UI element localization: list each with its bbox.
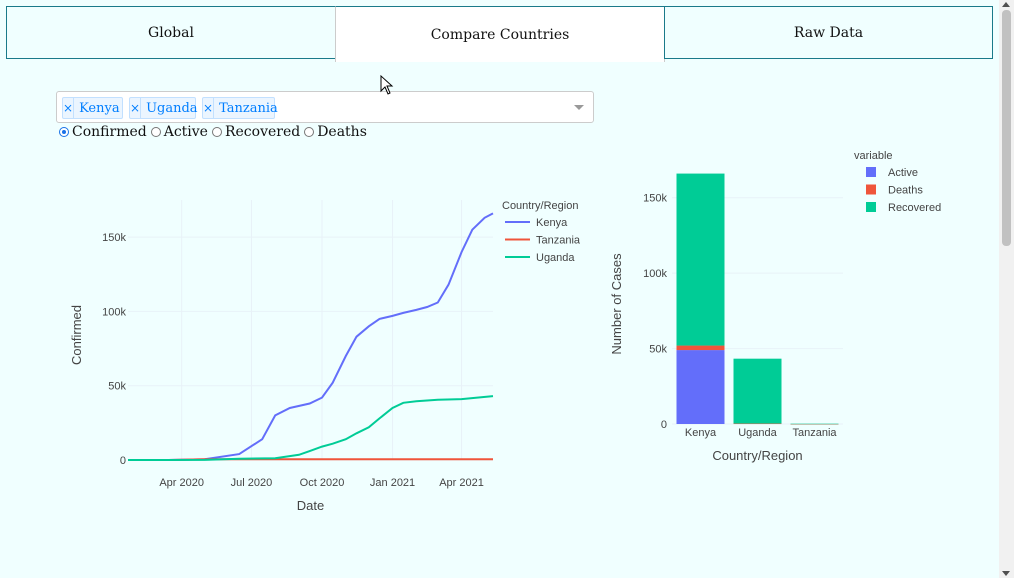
legend-swatch [866,167,876,177]
bar-recovered [676,173,725,346]
remove-chip-icon[interactable]: × [63,98,75,118]
line-chart: 0 50k 100k 150k Apr 2020 Jul 2020 Oct 2020 Jan … [69,200,581,513]
scrollbar-thumb[interactable] [1002,10,1011,246]
y-tick-label: 100k [102,306,126,318]
radio-deaths[interactable]: Deaths [304,124,367,140]
legend-title: Country/Region [502,200,578,212]
x-tick-label: Apr 2020 [159,477,204,489]
tab-compare-countries[interactable]: Compare Countries [335,6,665,62]
legend-swatch [866,184,876,195]
series-line-kenya [128,212,494,461]
legend-label: Recovered [888,202,941,214]
chevron-down-icon[interactable] [574,105,584,110]
legend-swatch [866,202,876,212]
chip-label: Kenya [79,100,120,116]
bar-deaths [733,423,782,425]
radio-label: Active [163,124,208,140]
metric-radio-group: Confirmed Active Recovered Deaths [59,124,371,140]
radio-confirmed[interactable]: Confirmed [59,124,147,140]
vertical-scrollbar[interactable] [999,0,1014,578]
bar-chart: 0 50k 100k 150k Kenya Uganda Tanzania Country/R… [609,150,941,463]
radio-label: Deaths [317,124,367,140]
radio-recovered[interactable]: Recovered [211,124,301,140]
radio-label: Confirmed [72,124,147,140]
bar-recovered [790,423,839,425]
scroll-down-icon[interactable] [1002,571,1010,576]
y-tick-label: 100k [643,268,667,280]
selected-country-chip: × Uganda [129,97,198,119]
selected-country-chip: × Tanzania [202,97,278,119]
radio-circle[interactable] [304,127,315,137]
bar-active [676,350,725,424]
y-axis-title: Number of Cases [609,253,624,355]
tab-bar: Global Compare Countries Raw Data [6,6,993,62]
x-axis-title: Date [297,498,324,513]
bar-recovered [733,358,782,424]
y-tick-label: 150k [102,232,126,244]
x-tick-label: Jan 2021 [370,477,415,489]
series-line-uganda [128,395,494,461]
chip-label: Tanzania [219,100,278,116]
radio-label: Recovered [224,124,301,140]
chip-label: Uganda [146,100,198,116]
y-tick-label: 150k [643,193,667,205]
remove-chip-icon[interactable]: × [203,98,215,118]
tab-raw-data[interactable]: Raw Data [664,6,993,59]
legend-label: Active [888,167,918,179]
radio-active[interactable]: Active [150,124,208,140]
y-tick-label: 50k [649,344,667,356]
legend-label: Kenya [536,217,568,229]
radio-circle[interactable] [59,127,69,137]
radio-circle[interactable] [150,127,161,137]
x-tick-label: Tanzania [792,427,837,439]
legend-label: Tanzania [536,235,581,247]
x-axis-title: Country/Region [712,448,802,463]
legend-label: Uganda [536,252,575,264]
selected-country-chip: × Kenya [62,97,123,119]
y-axis-title: Confirmed [69,305,84,365]
tab-global[interactable]: Global [6,6,336,59]
scroll-up-icon[interactable] [1002,2,1010,7]
x-tick-label: Kenya [685,427,717,439]
bar-deaths [676,345,725,351]
y-tick-label: 0 [661,419,667,431]
y-tick-label: 50k [108,381,126,393]
legend-title: variable [854,150,893,162]
x-tick-label: Uganda [738,427,777,439]
x-tick-label: Oct 2020 [300,477,345,489]
country-multiselect[interactable]: × Kenya × Uganda × Tanzania [56,91,594,123]
remove-chip-icon[interactable]: × [130,98,142,118]
y-tick-label: 0 [120,455,126,467]
radio-circle[interactable] [211,127,222,137]
mouse-cursor-icon [380,75,394,95]
x-tick-label: Apr 2021 [439,477,484,489]
x-tick-label: Jul 2020 [231,477,273,489]
legend-label: Deaths [888,185,923,197]
